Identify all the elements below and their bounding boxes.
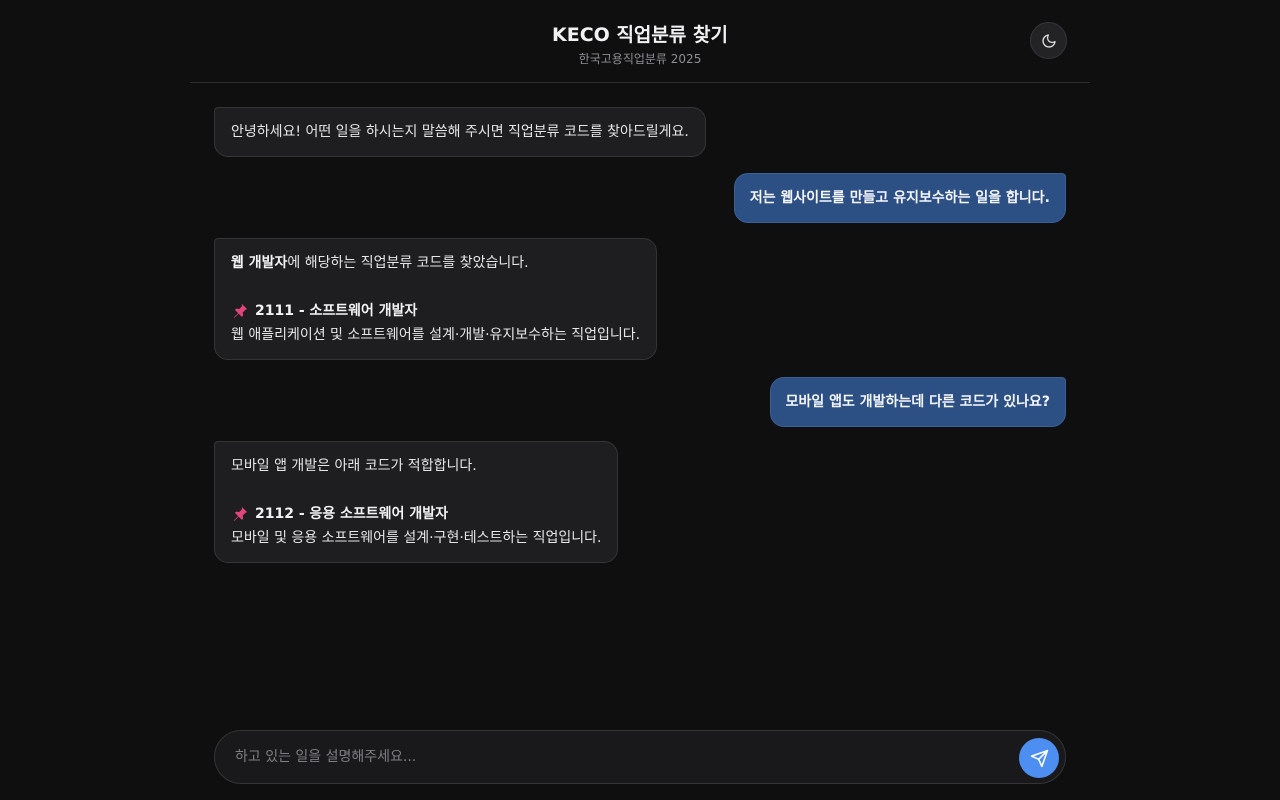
message-intro: 웹 개발자에 해당하는 직업분류 코드를 찾았습니다. <box>231 251 640 275</box>
code-result: 2111 - 소프트웨어 개발자 <box>231 299 640 323</box>
code-title: 2112 - 응용 소프트웨어 개발자 <box>255 506 449 522</box>
code-description: 모바일 및 응용 소프트웨어를 설계·구현·테스트하는 직업입니다. <box>231 530 602 546</box>
message-intro: 모바일 앱 개발은 아래 코드가 적합합니다. <box>231 458 477 474</box>
code-description: 웹 애플리케이션 및 소프트웨어를 설계·개발·유지보수하는 직업입니다. <box>231 327 641 343</box>
message-composer <box>214 730 1066 784</box>
paper-plane-icon <box>1030 749 1048 767</box>
message-text: 저는 웹사이트를 만들고 유지보수하는 일을 합니다. <box>749 190 1050 206</box>
code-result: 2112 - 응용 소프트웨어 개발자 <box>231 502 601 526</box>
bot-message: 안녕하세요! 어떤 일을 하시는지 말씀해 주시면 직업분류 코드를 찾아드릴게… <box>214 107 706 157</box>
user-message: 모바일 앱도 개발하는데 다른 코드가 있나요? <box>769 377 1066 427</box>
user-message: 저는 웹사이트를 만들고 유지보수하는 일을 합니다. <box>733 173 1066 223</box>
bot-message: 웹 개발자에 해당하는 직업분류 코드를 찾았습니다. 2111 - 소프트웨어… <box>214 238 658 360</box>
pushpin-icon <box>233 506 248 521</box>
bot-message: 모바일 앱 개발은 아래 코드가 적합합니다. 2112 - 응용 소프트웨어 … <box>214 441 619 563</box>
message-text: 모바일 앱도 개발하는데 다른 코드가 있나요? <box>785 394 1050 410</box>
message-input[interactable] <box>235 731 1015 783</box>
pushpin-icon <box>233 303 248 318</box>
chat-thread: 안녕하세요! 어떤 일을 하시는지 말씀해 주시면 직업분류 코드를 찾아드릴게… <box>214 0 1066 720</box>
send-button[interactable] <box>1019 738 1059 778</box>
message-intro-rest: 에 해당하는 직업분류 코드를 찾았습니다. <box>287 255 529 271</box>
job-highlight: 웹 개발자 <box>231 255 288 271</box>
code-title: 2111 - 소프트웨어 개발자 <box>255 303 418 319</box>
app: KECO 직업분류 찾기 한국고용직업분류 2025 안녕하세요! 어떤 일을 … <box>0 0 1280 800</box>
message-text: 안녕하세요! 어떤 일을 하시는지 말씀해 주시면 직업분류 코드를 찾아드릴게… <box>231 124 689 140</box>
